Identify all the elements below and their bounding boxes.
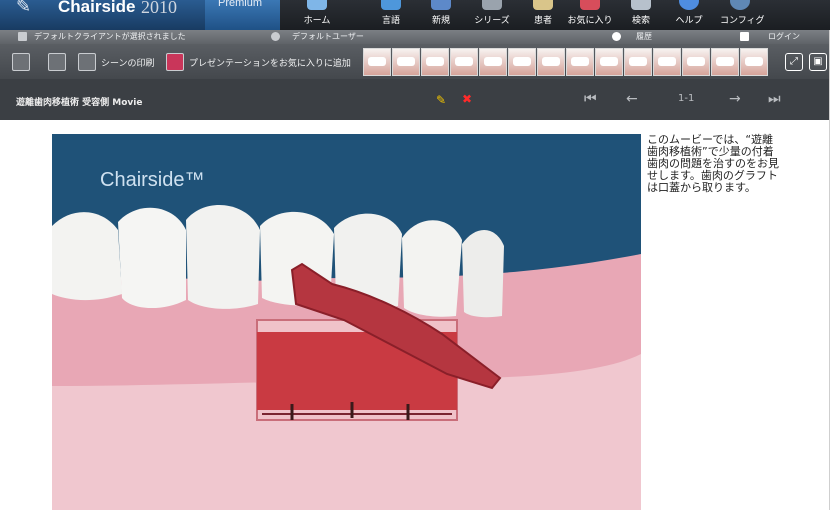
scene-thumb-4[interactable] (450, 48, 478, 76)
print-scene-button[interactable]: シーンの印刷 (101, 56, 155, 69)
search-icon (631, 0, 651, 10)
scene-thumb-10[interactable] (624, 48, 652, 76)
page-indicator: 1-1 (678, 93, 695, 104)
patient-icon (533, 0, 553, 10)
nav-patient[interactable]: 患者 (526, 0, 560, 30)
video-watermark: Chairside™ (100, 169, 204, 191)
config-icon (730, 0, 750, 10)
movie-player[interactable]: Chairside™ (52, 134, 641, 510)
nav-help[interactable]: ヘルプ (672, 0, 706, 30)
dental-animation: Chairside™ (52, 134, 641, 510)
user-icon (271, 32, 280, 41)
collapse-icon[interactable] (12, 53, 30, 71)
scene-thumb-2[interactable] (392, 48, 420, 76)
fullscreen-button[interactable]: ⤢ (785, 53, 803, 71)
user-label[interactable]: デフォルトユーザー (292, 31, 364, 42)
add-to-favorites-button[interactable]: プレゼンテーションをお気に入りに追加 (189, 56, 351, 69)
scene-thumb-9[interactable] (595, 48, 623, 76)
heart-icon[interactable] (166, 53, 184, 71)
series-icon (482, 0, 502, 10)
nav-config[interactable]: コンフィグ (720, 0, 765, 30)
nav-new[interactable]: 新規 (424, 0, 458, 30)
next-arrow-icon[interactable]: → (729, 91, 741, 107)
movie-bar: 遊離歯肉移植術 受容側 Movie ✎ ✖ ⏮ ← 1-1 → ⏭ (0, 79, 830, 120)
movie-title: 遊離歯肉移植術 受容側 Movie (16, 98, 143, 108)
scene-thumb-5[interactable] (479, 48, 507, 76)
scene-thumb-7[interactable] (537, 48, 565, 76)
last-page-icon[interactable]: ⏭ (768, 91, 781, 107)
status-bar: デフォルトクライアントが選択されました デフォルトユーザー 履歴 ログイン (0, 30, 830, 44)
brand: ✎ Chairside 2010 (0, 0, 205, 30)
client-icon (18, 32, 27, 41)
movie-description: このムービーでは、“遊離歯肉移植術”で少量の付着歯肉の問題を治すのをお見せします… (647, 133, 779, 194)
pencil-icon[interactable]: ✎ (436, 93, 446, 107)
scene-thumb-6[interactable] (508, 48, 536, 76)
app-name: Chairside (58, 0, 136, 16)
previous-arrow-icon[interactable]: ← (626, 91, 638, 107)
app-year: 2010 (141, 0, 177, 17)
chair-logo-icon: ✎ (16, 0, 32, 17)
history-link[interactable]: 履歴 (636, 31, 652, 42)
content-area: Chairside™ このムービーでは、“遊離歯肉移植術”で少量の付着歯肉の問題… (0, 120, 830, 510)
client-status: デフォルトクライアントが選択されました (34, 32, 186, 41)
nav-search[interactable]: 検索 (624, 0, 658, 30)
language-icon (381, 0, 401, 10)
scene-thumb-12[interactable] (682, 48, 710, 76)
clock-icon (612, 32, 621, 41)
top-header: ✎ Chairside 2010 Premium ホーム 言語 新規 シリーズ … (0, 0, 830, 30)
edition-badge: Premium (205, 0, 280, 30)
nav-home[interactable]: ホーム (300, 0, 334, 30)
scene-thumb-11[interactable] (653, 48, 681, 76)
nav-favorites[interactable]: お気に入り (566, 0, 614, 30)
page-icon[interactable] (48, 53, 66, 71)
delete-icon[interactable]: ✖ (462, 92, 472, 106)
window-mode-button[interactable]: ▣ (809, 53, 827, 71)
scene-thumb-14[interactable] (740, 48, 768, 76)
scene-thumb-13[interactable] (711, 48, 739, 76)
nav-series[interactable]: シリーズ (472, 0, 512, 30)
nav-language[interactable]: 言語 (374, 0, 408, 30)
scene-thumb-3[interactable] (421, 48, 449, 76)
login-link[interactable]: ログイン (768, 31, 800, 42)
lock-icon (740, 32, 749, 41)
home-icon (307, 0, 327, 10)
scene-toolbar: シーンの印刷 プレゼンテーションをお気に入りに追加 ⤢ ▣ (0, 44, 830, 79)
help-icon (679, 0, 699, 10)
scene-thumb-8[interactable] (566, 48, 594, 76)
scene-thumb-1[interactable] (363, 48, 391, 76)
favorites-icon (580, 0, 600, 10)
first-page-icon[interactable]: ⏮ (584, 91, 597, 107)
print-icon[interactable] (78, 53, 96, 71)
new-icon (431, 0, 451, 10)
